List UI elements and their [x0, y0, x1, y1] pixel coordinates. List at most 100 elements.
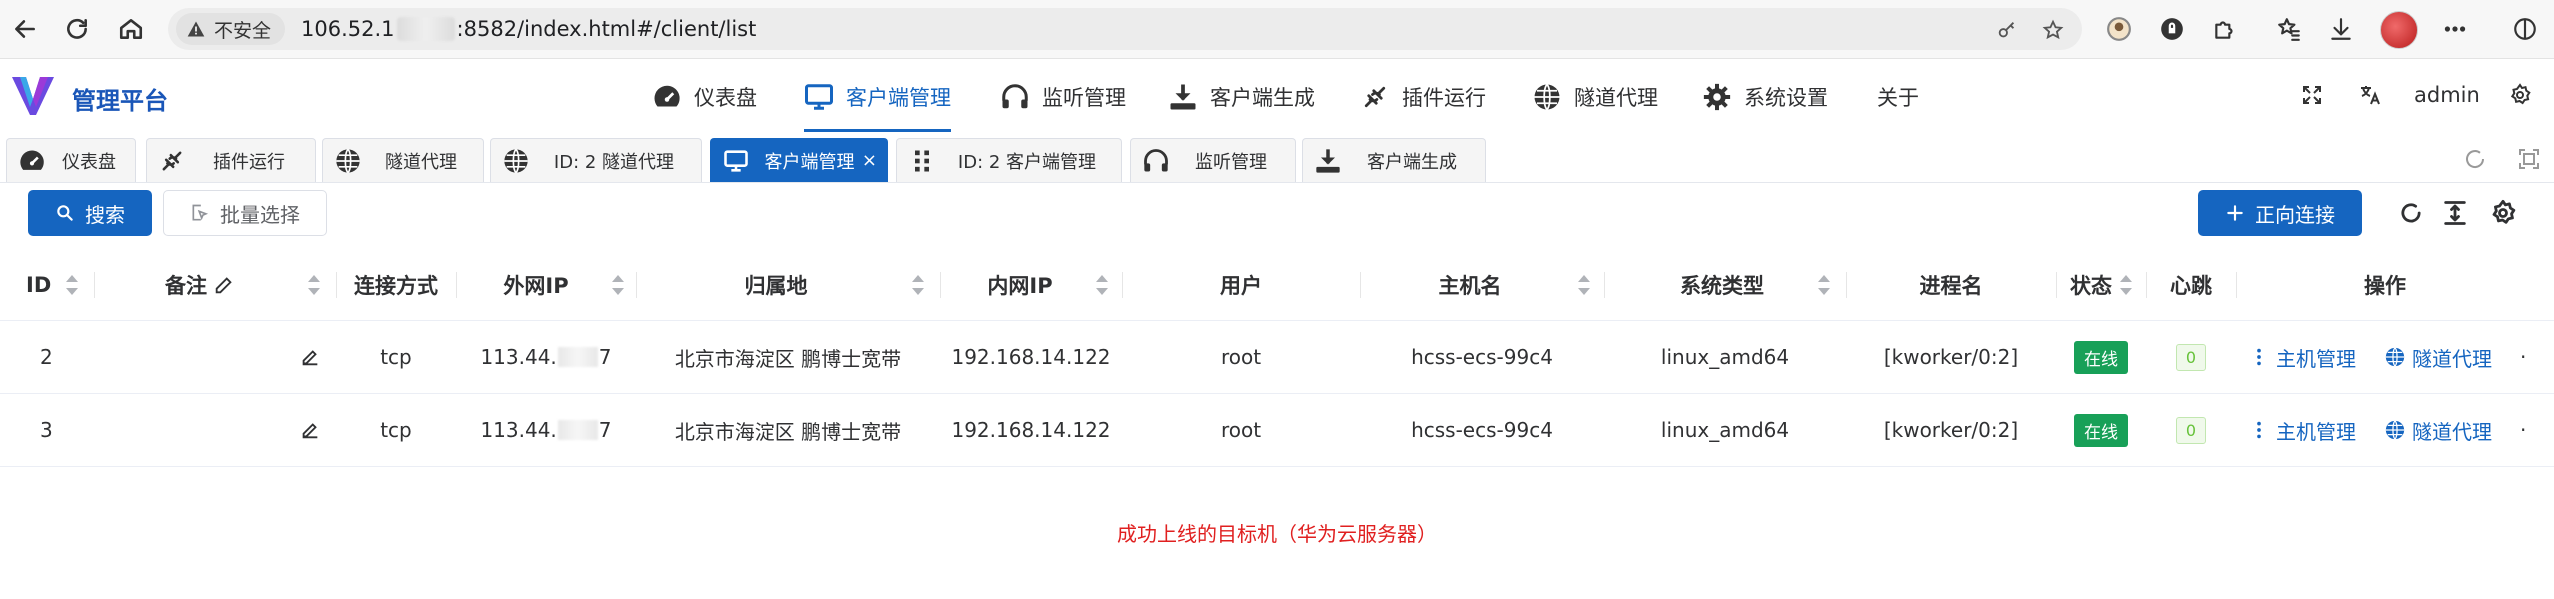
- column-header-status[interactable]: 状态: [2056, 250, 2126, 320]
- sort-icon[interactable]: [306, 274, 320, 296]
- language-button[interactable]: [2358, 83, 2382, 107]
- table-row[interactable]: 2 tcp 113.44. 7 北京市海淀区 鹏博士宽带 192.168.14.1…: [0, 321, 2554, 394]
- sort-icon[interactable]: [2118, 274, 2132, 296]
- more-menu-icon[interactable]: [2440, 14, 2470, 44]
- address-bar[interactable]: 不安全 106.52.1 :8582/index.html#/client/li…: [168, 8, 2082, 50]
- sort-icon[interactable]: [610, 274, 624, 296]
- menu-label: 系统设置: [1744, 86, 1828, 110]
- home-button[interactable]: [112, 10, 150, 48]
- forward-connect-button[interactable]: 正向连接: [2198, 190, 2362, 236]
- download-icon: [1316, 148, 1340, 173]
- url-prefix: 106.52.1: [301, 17, 395, 41]
- maximize-icon: [2519, 149, 2539, 169]
- column-header-os-type[interactable]: 系统类型: [1604, 250, 1840, 320]
- host-manage-link[interactable]: 主机管理: [2248, 343, 2356, 372]
- edit-icon: [215, 277, 232, 294]
- tab-refresh-button[interactable]: [2460, 144, 2490, 174]
- extension-lock-icon[interactable]: [2157, 14, 2187, 44]
- ip-suffix: 7: [598, 345, 612, 369]
- expand-arrows-icon: [2303, 86, 2321, 104]
- column-header-heartbeat[interactable]: 心跳: [2146, 250, 2236, 320]
- header-settings-button[interactable]: [2508, 83, 2532, 107]
- column-header-conn-type[interactable]: 连接方式: [336, 250, 456, 320]
- tunnel-proxy-link[interactable]: 隧道代理: [2384, 343, 2492, 372]
- tunnel-proxy-link[interactable]: 隧道代理: [2384, 416, 2492, 445]
- favorite-star-icon[interactable]: [2040, 17, 2066, 43]
- edit-remark-button[interactable]: [280, 321, 340, 393]
- back-button[interactable]: [6, 10, 44, 48]
- favorites-icon[interactable]: [2274, 14, 2304, 44]
- column-header-remark[interactable]: 备注: [140, 250, 260, 320]
- menu-dashboard[interactable]: 仪表盘: [652, 79, 757, 115]
- tab-id2-client-management[interactable]: ID: 2 客户端管理: [896, 138, 1122, 182]
- column-header-hostname[interactable]: 主机名: [1360, 250, 1580, 320]
- tab-tunnel-proxy[interactable]: 隧道代理: [322, 138, 484, 182]
- column-header-public-ip[interactable]: 外网IP: [456, 250, 616, 320]
- downloads-icon[interactable]: [2326, 14, 2356, 44]
- density-button[interactable]: [2438, 196, 2472, 230]
- tab-client-generate[interactable]: 客户端生成: [1302, 138, 1486, 182]
- reload-button[interactable]: [58, 10, 96, 48]
- security-indicator[interactable]: 不安全: [176, 13, 286, 45]
- column-header-id[interactable]: ID: [0, 250, 92, 320]
- host-manage-label: 主机管理: [2276, 346, 2356, 371]
- table-refresh-button[interactable]: [2394, 196, 2428, 230]
- tab-label: ID: 2 客户端管理: [957, 151, 1097, 173]
- download-icon: [1170, 84, 1196, 110]
- edit-remark-button[interactable]: [280, 394, 340, 466]
- tab-client-management[interactable]: 客户端管理 ×: [710, 138, 888, 182]
- cell-heartbeat: 0: [2146, 321, 2236, 393]
- sort-icon[interactable]: [64, 274, 78, 296]
- tab-close-icon[interactable]: ×: [862, 150, 877, 171]
- tab-listener-management[interactable]: 监听管理: [1130, 138, 1296, 182]
- cell-id: 2: [40, 345, 53, 369]
- dashboard-icon: [20, 149, 44, 170]
- globe-icon: [1534, 83, 1560, 111]
- column-header-process[interactable]: 进程名: [1846, 250, 2056, 320]
- column-header-location[interactable]: 归属地: [636, 250, 916, 320]
- fullscreen-button[interactable]: [2300, 83, 2324, 107]
- url-text[interactable]: 106.52.1 :8582/index.html#/client/list: [301, 17, 756, 41]
- monitor-icon: [805, 84, 833, 110]
- plug-icon: [162, 151, 182, 170]
- menu-client-generate[interactable]: 客户端生成: [1168, 79, 1315, 115]
- table-row[interactable]: 3 tcp 113.44. 7 北京市海淀区 鹏博士宽带 192.168.14.1…: [0, 394, 2554, 467]
- tab-plugin-run[interactable]: 插件运行: [146, 138, 316, 182]
- more-actions[interactable]: ·: [2520, 345, 2526, 369]
- column-header-user[interactable]: 用户: [1122, 250, 1360, 320]
- password-key-icon[interactable]: [1994, 17, 2020, 43]
- menu-system-settings[interactable]: 系统设置: [1702, 79, 1828, 115]
- tab-label: 插件运行: [213, 151, 285, 173]
- cell-hostname: hcss-ecs-99c4: [1411, 345, 1553, 369]
- search-button[interactable]: 搜索: [28, 190, 152, 236]
- more-actions[interactable]: ·: [2520, 418, 2526, 442]
- tab-dashboard[interactable]: 仪表盘: [6, 138, 136, 182]
- profile-avatar[interactable]: [2380, 11, 2418, 49]
- ip-prefix: 113.44.: [480, 345, 557, 369]
- tab-id2-tunnel-proxy[interactable]: ID: 2 隧道代理: [490, 138, 702, 182]
- monitor-icon: [724, 149, 748, 172]
- cell-status: 在线: [2056, 321, 2146, 393]
- cell-user: root: [1220, 345, 1262, 369]
- active-menu-indicator: [804, 129, 951, 132]
- sidebar-toggle-icon[interactable]: [2510, 14, 2540, 44]
- menu-plugin-run[interactable]: 插件运行: [1360, 79, 1486, 115]
- menu-tunnel-proxy[interactable]: 隧道代理: [1532, 79, 1658, 115]
- menu-client-management[interactable]: 客户端管理: [804, 79, 951, 132]
- menu-about[interactable]: 关于: [1877, 79, 1919, 115]
- sort-icon[interactable]: [1576, 274, 1590, 296]
- batch-select-button[interactable]: 批量选择: [163, 190, 327, 236]
- dashboard-icon: [654, 85, 680, 107]
- extension-avatar-icon[interactable]: [2104, 14, 2134, 44]
- menu-listener-management[interactable]: 监听管理: [1000, 79, 1126, 115]
- extensions-puzzle-icon[interactable]: [2210, 14, 2240, 44]
- sort-icon[interactable]: [1816, 274, 1830, 296]
- user-menu[interactable]: admin: [2414, 83, 2480, 107]
- host-manage-link[interactable]: 主机管理: [2248, 416, 2356, 445]
- sort-icon[interactable]: [1094, 274, 1108, 296]
- forward-connect-label: 正向连接: [2255, 202, 2335, 227]
- column-header-lan-ip[interactable]: 内网IP: [940, 250, 1100, 320]
- sort-icon[interactable]: [910, 274, 924, 296]
- tab-maximize-button[interactable]: [2514, 144, 2544, 174]
- column-settings-button[interactable]: [2486, 196, 2520, 230]
